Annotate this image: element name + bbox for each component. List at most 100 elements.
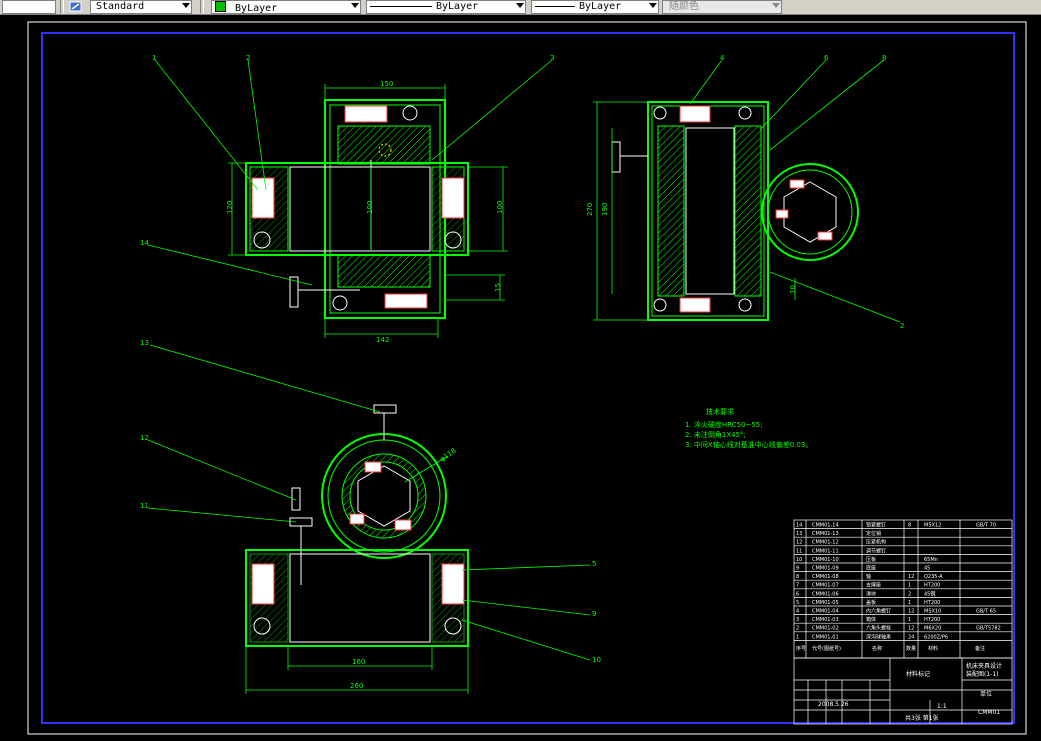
- parts-cell-qty: 8: [908, 523, 911, 529]
- parts-cell-mat: M5X10: [924, 609, 941, 615]
- parts-cell-std: GB/T 70: [976, 523, 996, 529]
- parts-header-name: 名称: [872, 645, 882, 652]
- parts-cell-mat: M6X20: [924, 626, 941, 632]
- parts-cell-qty: 24: [908, 634, 914, 640]
- balloon-2-side: 2: [900, 322, 904, 330]
- plot-style-select[interactable]: 随颜色: [662, 0, 782, 14]
- title-main: 机床夹具设计: [966, 662, 1002, 670]
- text-style-dropdown[interactable]: [2, 0, 56, 14]
- parts-cell-name: 箱体: [866, 616, 876, 623]
- dim-side-outer: 270: [586, 203, 594, 216]
- parts-cell-mat: 65Mn: [924, 557, 938, 563]
- parts-cell-std: GB/T 65: [976, 609, 996, 615]
- parts-cell-no: 12: [796, 540, 802, 546]
- parts-cell-mat: M5X12: [924, 523, 941, 529]
- linetype-value: ByLayer: [436, 1, 479, 12]
- chevron-down-icon[interactable]: [516, 3, 524, 8]
- chevron-down-icon[interactable]: [772, 3, 780, 8]
- parts-cell-qty: 12: [908, 574, 914, 580]
- dim-plan-inner: 160: [352, 658, 365, 666]
- parts-cell-mat: 45钢: [924, 590, 935, 597]
- parts-cell-name: 支撑座: [866, 582, 881, 589]
- parts-cell-mat: 6200Z/P6: [924, 634, 948, 640]
- tech-note-3: 3. 中间X轴心线对基准中心线偏差0.03。: [685, 440, 812, 449]
- parts-cell-mat: Q235-A: [924, 574, 943, 580]
- drawing-canvas[interactable]: 150 142 120 100 100 15 1 2 3 14 270 190 …: [0, 15, 1041, 737]
- parts-cell-name: 锁紧螺钉: [866, 522, 886, 529]
- parts-cell-mat: HT200: [924, 617, 940, 623]
- title-date: 2008.5.26: [818, 701, 849, 708]
- tech-note-2: 2. 未注倒角1X45°;: [685, 430, 746, 439]
- dim-top-width: 150: [380, 80, 393, 88]
- parts-cell-name: 六角头螺栓: [866, 625, 891, 632]
- lineweight-select[interactable]: ByLayer: [531, 0, 659, 14]
- parts-cell-no: 2: [796, 626, 799, 632]
- title-sheets: 共3张 第1张: [905, 714, 939, 722]
- balloon-5: 5: [592, 560, 596, 568]
- color-select[interactable]: ByLayer: [211, 0, 361, 14]
- parts-cell-no: 14: [796, 523, 802, 529]
- dim-plan-outer: 260: [350, 682, 363, 690]
- parts-cell-code: CMM01-04: [812, 609, 839, 615]
- parts-cell-no: 6: [796, 591, 799, 597]
- dim-right-height: 100: [496, 201, 504, 214]
- plot-style-value: 随颜色: [669, 1, 699, 12]
- style-manager-icon[interactable]: [68, 0, 84, 14]
- chevron-down-icon[interactable]: [649, 3, 657, 8]
- front-view: [147, 59, 553, 338]
- parts-cell-no: 7: [796, 583, 799, 589]
- parts-cell-std: GB/T5782: [976, 626, 1001, 632]
- parts-header-std: 备注: [975, 645, 985, 652]
- parts-cell-code: CMM01-10: [812, 557, 839, 563]
- side-view: [593, 59, 901, 323]
- parts-cell-qty: 1: [908, 600, 911, 606]
- parts-header-mat: 材料: [928, 645, 938, 652]
- lineweight-value: ByLayer: [579, 1, 622, 12]
- parts-cell-name: 底座: [866, 565, 876, 572]
- parts-cell-no: 10: [796, 557, 802, 563]
- parts-cell-code: CMM01-07: [812, 583, 839, 589]
- dim-small-a: 15: [494, 283, 502, 292]
- balloon-10: 10: [592, 656, 601, 664]
- parts-cell-code: CMM01-02: [812, 626, 839, 632]
- parts-cell-mat: HT200: [924, 583, 940, 589]
- parts-cell-no: 1: [796, 634, 799, 640]
- parts-cell-no: 5: [796, 600, 799, 606]
- parts-cell-name: 滑块: [866, 590, 876, 597]
- dim-side-small: 10: [789, 285, 797, 294]
- balloon-9: 9: [592, 610, 596, 618]
- parts-cell-code: CMM01-03: [812, 617, 839, 623]
- balloon-8: 8: [882, 54, 886, 62]
- lineweight-preview-icon: [535, 5, 575, 7]
- parts-cell-name: 调节螺钉: [866, 547, 886, 554]
- parts-cell-mat: 45: [924, 566, 930, 572]
- parts-cell-qty: 1: [908, 583, 911, 589]
- dim-inner-height: 100: [366, 201, 374, 214]
- parts-cell-no: 11: [796, 548, 802, 554]
- title-sub: 装配图(1-1): [966, 670, 998, 678]
- title-material: 材料标记: [906, 670, 930, 678]
- title-drawing-no: CMM01: [978, 709, 1000, 716]
- title-scale: 1:1: [937, 703, 947, 710]
- parts-cell-no: 13: [796, 531, 802, 537]
- parts-cell-qty: 12: [908, 609, 914, 615]
- parts-cell-no: 3: [796, 617, 799, 623]
- parts-cell-code: CMM01-13: [812, 531, 839, 537]
- parts-cell-code: CMM01-12: [812, 540, 839, 546]
- balloon-11: 11: [140, 502, 149, 510]
- chevron-down-icon[interactable]: [351, 3, 359, 8]
- balloon-13: 13: [140, 339, 149, 347]
- balloon-4: 4: [720, 54, 725, 62]
- linetype-preview-icon: [370, 5, 432, 7]
- tech-note-1: 1. 淬火硬度HRC50~55;: [685, 420, 763, 429]
- chevron-down-icon[interactable]: [182, 3, 190, 8]
- parts-cell-no: 9: [796, 566, 799, 572]
- linetype-select[interactable]: ByLayer: [366, 0, 526, 14]
- text-style-select[interactable]: Standard: [90, 0, 192, 14]
- parts-cell-qty: 1: [908, 617, 911, 623]
- balloon-14: 14: [140, 239, 149, 247]
- plan-view: [147, 344, 591, 694]
- properties-toolbar: Standard ByLayer ByLayer ByLayer 随颜色: [0, 0, 1041, 15]
- parts-cell-no: 8: [796, 574, 799, 580]
- parts-cell-name: 内六角螺钉: [866, 608, 891, 615]
